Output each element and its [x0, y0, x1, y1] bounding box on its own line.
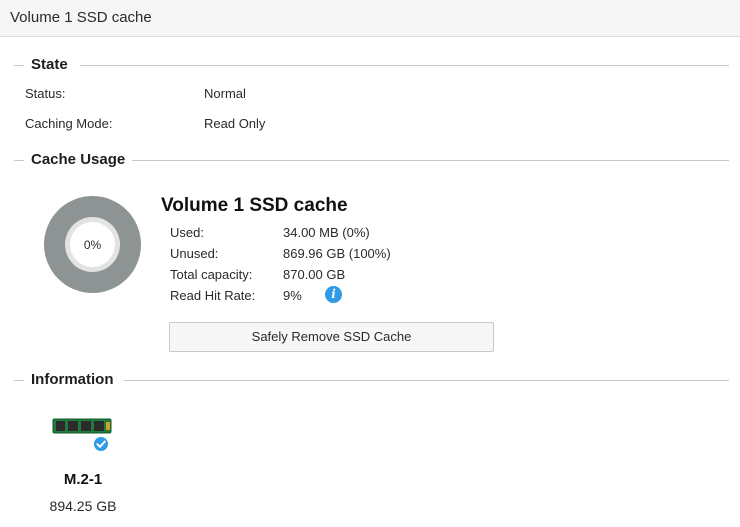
used-label: Used:: [170, 225, 204, 240]
used-value: 34.00 MB (0%): [283, 225, 370, 240]
divider: [80, 65, 729, 66]
section-cache-usage: Cache Usage: [0, 150, 740, 170]
drive-size: 894.25 GB: [49, 498, 117, 514]
caching-mode-label: Caching Mode:: [25, 116, 113, 131]
divider: [14, 380, 24, 381]
section-information: Information: [0, 370, 740, 390]
status-label: Status:: [25, 86, 66, 101]
donut-percent-label: 0%: [83, 238, 102, 252]
section-state: State: [0, 55, 740, 75]
cache-title: Volume 1 SSD cache: [161, 195, 348, 216]
divider: [14, 160, 24, 161]
checkmark-icon: [93, 436, 109, 452]
unused-label: Unused:: [170, 246, 219, 261]
divider: [124, 380, 729, 381]
window-titlebar: Volume 1 SSD cache: [0, 0, 740, 37]
caching-mode-value: Read Only: [204, 116, 266, 131]
status-value: Normal: [204, 86, 246, 101]
m2-ssd-icon[interactable]: [52, 413, 116, 453]
divider: [14, 65, 24, 66]
total-capacity-label: Total capacity:: [170, 267, 253, 282]
safely-remove-ssd-cache-button[interactable]: Safely Remove SSD Cache: [169, 322, 494, 352]
section-title-information: Information: [31, 371, 114, 388]
drive-name: M.2-1: [63, 471, 103, 488]
read-hit-rate-label: Read Hit Rate:: [170, 288, 256, 303]
section-title-state: State: [31, 56, 68, 73]
unused-value: 869.96 GB (100%): [283, 246, 391, 261]
read-hit-rate-value: 9%: [283, 288, 302, 303]
section-title-cache-usage: Cache Usage: [31, 151, 126, 168]
info-icon[interactable]: i: [325, 286, 342, 303]
cache-usage-donut-chart: 0%: [44, 196, 141, 293]
window-title: Volume 1 SSD cache: [10, 9, 152, 26]
total-capacity-value: 870.00 GB: [283, 267, 346, 282]
divider: [132, 160, 729, 161]
